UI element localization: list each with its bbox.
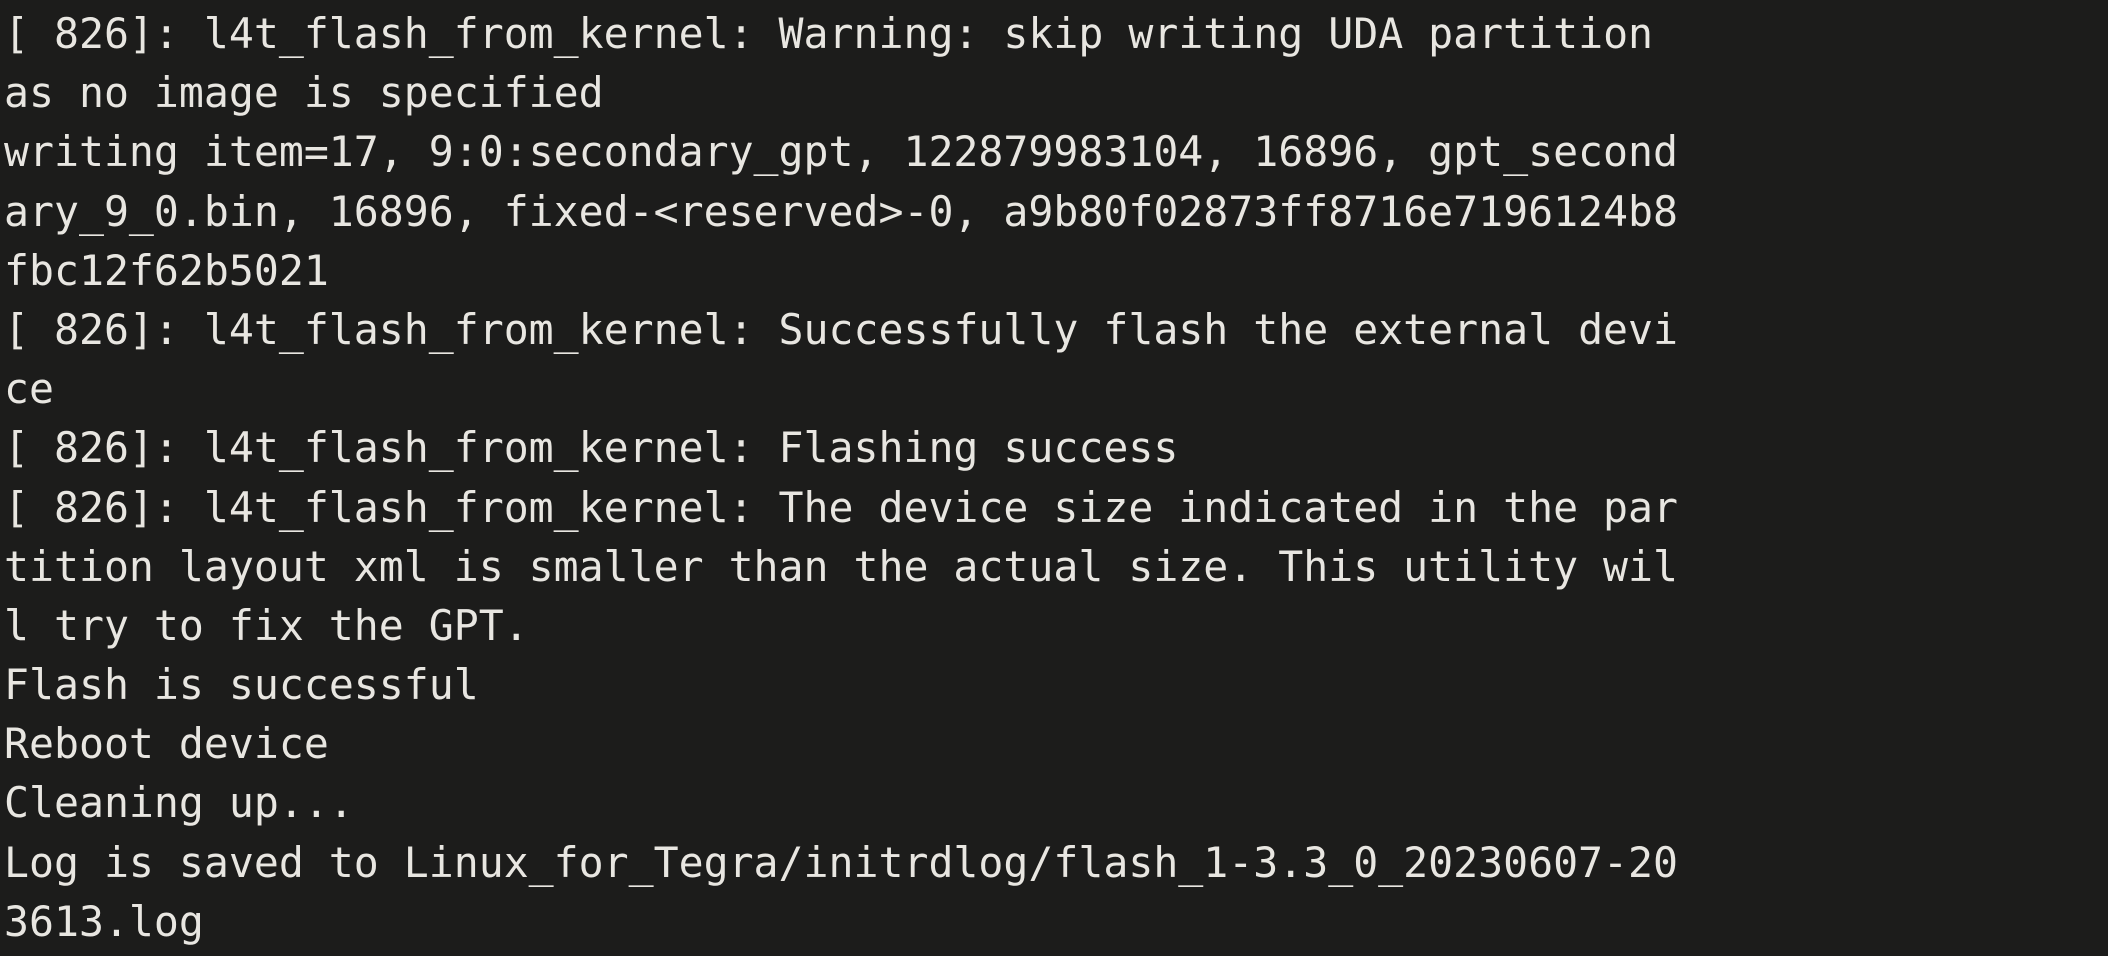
terminal-text-segment: 3613.log bbox=[4, 896, 204, 946]
terminal-text-segment: ary_9_0.bin, 16896, fixed-<reserved>-0, … bbox=[4, 186, 1679, 236]
terminal-text-segment: [ 826]: l4t_flash_from_kernel: bbox=[4, 304, 779, 354]
terminal-line: ary_9_0.bin, 16896, fixed-<reserved>-0, … bbox=[4, 182, 2108, 241]
terminal-text-segment: Log is saved to Linux_for_Tegra/initrdlo… bbox=[4, 837, 1679, 887]
terminal-line: [ 826]: l4t_flash_from_kernel: Warning: … bbox=[4, 4, 2108, 63]
terminal-text-segment: writing item=17, 9:0:secondary_gpt, 1228… bbox=[4, 127, 1679, 177]
terminal-line: Cleaning up... bbox=[4, 773, 2108, 832]
terminal-text-segment: [ 826]: l4t_flash_from_kernel: The devic… bbox=[4, 482, 1679, 532]
terminal-text-segment: Cleaning up... bbox=[4, 778, 354, 828]
terminal-output[interactable]: [ 826]: l4t_flash_from_kernel: Warning: … bbox=[0, 0, 2108, 956]
terminal-text-segment: flash the external devi bbox=[1078, 304, 1679, 354]
terminal-text-segment: Flash is bbox=[4, 660, 229, 710]
terminal-text-segment: fbc12f62b5021 bbox=[4, 245, 329, 295]
terminal-text-segment: Reboot device bbox=[4, 719, 329, 769]
terminal-line: writing item=17, 9:0:secondary_gpt, 1228… bbox=[4, 122, 2108, 181]
terminal-line: Flash is successful bbox=[4, 655, 2108, 714]
terminal-line: [ 826]: l4t_flash_from_kernel: The devic… bbox=[4, 478, 2108, 537]
terminal-line: Log is saved to Linux_for_Tegra/initrdlo… bbox=[4, 833, 2108, 892]
terminal-line: as no image is specified bbox=[4, 63, 2108, 122]
terminal-text-segment: as no image is specified bbox=[4, 68, 604, 118]
terminal-line: Reboot device bbox=[4, 714, 2108, 773]
terminal-text-segment: [ 826]: l4t_flash_from_kernel: bbox=[4, 9, 779, 58]
terminal-text-segment: l try to fix the GPT. bbox=[4, 600, 529, 650]
terminal-line: [ 826]: l4t_flash_from_kernel: Successfu… bbox=[4, 300, 2108, 359]
terminal-text-segment: [ 826]: l4t_flash_from_kernel: Flashing bbox=[4, 423, 1004, 473]
terminal-line: fbc12f62b5021 bbox=[4, 241, 2108, 300]
terminal-line: 3613.log bbox=[4, 892, 2108, 951]
terminal-line: tition layout xml is smaller than the ac… bbox=[4, 537, 2108, 596]
terminal-text-segment: success bbox=[1003, 423, 1179, 473]
terminal-text-segment: ce bbox=[4, 364, 54, 414]
terminal-text-segment: Successfully bbox=[778, 304, 1079, 354]
terminal-text-segment: : skip writing UDA partition bbox=[953, 9, 1654, 58]
terminal-text-segment: tition layout xml is smaller than the ac… bbox=[4, 541, 1679, 591]
terminal-line: ce bbox=[4, 359, 2108, 418]
terminal-text-segment: Warning bbox=[778, 9, 954, 58]
terminal-line: l try to fix the GPT. bbox=[4, 596, 2108, 655]
terminal-text-segment: successful bbox=[228, 660, 479, 710]
terminal-line: [ 826]: l4t_flash_from_kernel: Flashing … bbox=[4, 418, 2108, 477]
